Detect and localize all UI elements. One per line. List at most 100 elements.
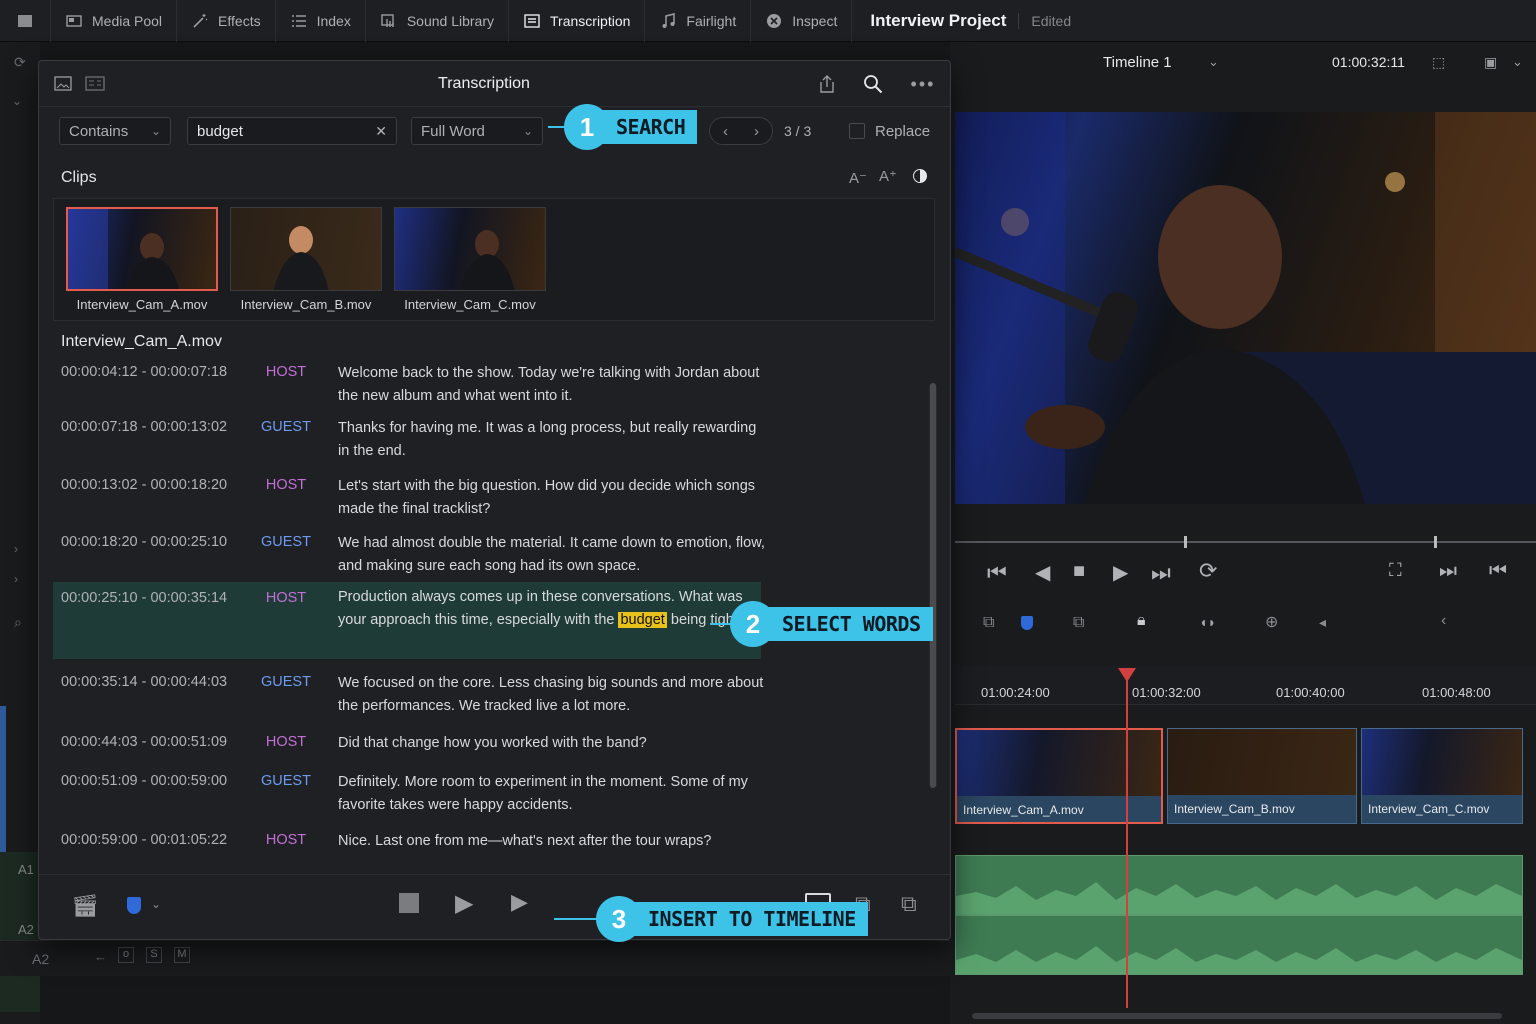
- transcript-row[interactable]: 00:00:35:14 - 00:00:44:03 GUEST We focus…: [53, 674, 763, 724]
- refresh-icon[interactable]: ⟳: [14, 54, 26, 71]
- index-list-icon: [291, 14, 306, 27]
- arrow-left-icon[interactable]: ←: [94, 949, 107, 964]
- clip-thumbnail-a[interactable]: [66, 207, 218, 291]
- clip-thumbnail-c[interactable]: [394, 207, 546, 291]
- row-text[interactable]: Production always comes up in these conv…: [338, 586, 768, 631]
- image-view-icon[interactable]: ▣: [1484, 54, 1497, 71]
- tab-transcription[interactable]: Transcription: [509, 0, 646, 42]
- audio-track-a2[interactable]: [955, 915, 1523, 975]
- audio-icon[interactable]: ◖◗: [1199, 614, 1216, 630]
- font-increase-icon[interactable]: A⁺: [879, 167, 897, 185]
- fullscreen-icon[interactable]: ⛶: [1389, 560, 1402, 581]
- row-text[interactable]: Definitely. More room to experiment in t…: [338, 771, 768, 816]
- skip-back-icon[interactable]: ⏮: [987, 560, 1007, 586]
- search-mode-dropdown[interactable]: Contains ⌄: [59, 117, 171, 145]
- speaker-icon[interactable]: ◂: [1319, 614, 1326, 631]
- playhead[interactable]: [1118, 668, 1136, 1008]
- row-text[interactable]: Welcome back to the show. Today we're ta…: [338, 362, 768, 407]
- row-text[interactable]: Thanks for having me. It was a long proc…: [338, 417, 768, 462]
- play-icon[interactable]: ▶: [455, 889, 473, 918]
- audio-track-a1[interactable]: [955, 855, 1523, 915]
- row-text[interactable]: We had almost double the material. It ca…: [338, 532, 768, 577]
- transcript-row[interactable]: 00:00:07:18 - 00:00:13:02 GUEST Thanks f…: [53, 419, 761, 469]
- search-icon[interactable]: [861, 73, 885, 95]
- timeline-clip-a[interactable]: Interview_Cam_A.mov: [955, 728, 1163, 824]
- tab-index[interactable]: Index: [276, 0, 366, 42]
- skip-forward-icon[interactable]: ⏭: [1151, 560, 1171, 586]
- transcript-row-selected[interactable]: 00:00:25:10 - 00:00:35:14 HOST Productio…: [53, 582, 761, 659]
- overwrite-icon[interactable]: ⧉: [901, 891, 917, 917]
- tab-sound-library[interactable]: Sound Library: [366, 0, 510, 42]
- flag-icon[interactable]: [127, 897, 141, 914]
- chevron-right-icon[interactable]: ›: [14, 572, 18, 586]
- transcript-row[interactable]: 00:00:04:12 - 00:00:07:18 HOST Welcome b…: [53, 364, 761, 414]
- match-type-dropdown[interactable]: Full Word ⌄: [411, 117, 543, 145]
- search-icon[interactable]: ⌕: [14, 614, 22, 631]
- contrast-icon[interactable]: [913, 169, 927, 183]
- row-text[interactable]: Nice. Last one from me—what's next after…: [338, 830, 768, 853]
- next-result-button[interactable]: ›: [754, 123, 759, 140]
- stop-icon[interactable]: ■: [1073, 560, 1085, 583]
- tab-media-pool[interactable]: Media Pool: [51, 0, 178, 42]
- timeline-name[interactable]: Timeline 1: [1103, 54, 1172, 71]
- search-input[interactable]: budget ✕: [187, 117, 397, 145]
- scrubber-handle[interactable]: [1184, 536, 1187, 548]
- chevron-down-icon[interactable]: ⌄: [1512, 54, 1523, 70]
- tab-fairlight[interactable]: Fairlight: [645, 0, 752, 42]
- scrollbar-thumb[interactable]: [930, 383, 936, 788]
- clip-thumbnail-b[interactable]: [230, 207, 382, 291]
- clear-icon[interactable]: ✕: [375, 123, 387, 140]
- viewer-scrubber[interactable]: [955, 536, 1536, 548]
- transcript-row[interactable]: 00:00:18:20 - 00:00:25:10 GUEST We had a…: [53, 534, 765, 584]
- sidebar-toggle-button[interactable]: [0, 0, 51, 42]
- replace-checkbox[interactable]: [849, 123, 865, 139]
- tab-inspect[interactable]: Inspect: [751, 0, 853, 42]
- prev-result-button[interactable]: ‹: [723, 123, 728, 140]
- clapper-icon[interactable]: 🎬︎: [71, 893, 99, 919]
- transcript-row[interactable]: 00:00:13:02 - 00:00:18:20 HOST Let's sta…: [53, 477, 761, 527]
- loop-icon[interactable]: ⟳: [1199, 558, 1217, 584]
- row-text[interactable]: Did that change how you worked with the …: [338, 732, 768, 755]
- timeline-scrollbar[interactable]: [972, 1013, 1502, 1019]
- mute-button[interactable]: M: [174, 947, 190, 963]
- tab-effects[interactable]: Effects: [177, 0, 276, 42]
- highlighted-word[interactable]: budget: [618, 611, 667, 628]
- clip-mode-icon[interactable]: ⧉: [983, 614, 994, 632]
- flag-icon[interactable]: [1021, 616, 1033, 630]
- more-options-icon[interactable]: •••: [911, 73, 935, 95]
- playhead-handle[interactable]: [1118, 668, 1136, 682]
- transcript-row[interactable]: 00:00:59:00 - 00:01:05:22 HOST Nice. Las…: [53, 832, 761, 860]
- record-icon[interactable]: o: [118, 947, 134, 963]
- timeline-clip-c[interactable]: Interview_Cam_C.mov: [1361, 728, 1523, 824]
- transcript-scrollbar[interactable]: [929, 383, 937, 788]
- go-to-end-icon[interactable]: ⏭: [1439, 560, 1457, 583]
- panel-header: Transcription •••: [39, 61, 950, 107]
- lock-icon[interactable]: 🔒︎: [1137, 612, 1146, 630]
- tab-label: Fairlight: [686, 12, 737, 29]
- transcript-row[interactable]: 00:00:51:09 - 00:00:59:00 GUEST Definite…: [53, 773, 761, 823]
- callout-select-words: 2 SELECT WORDS: [710, 601, 933, 647]
- timeline-clip-b[interactable]: Interview_Cam_B.mov: [1167, 728, 1357, 824]
- chevron-down-icon[interactable]: ⌄: [12, 94, 22, 108]
- stop-icon[interactable]: [399, 893, 419, 913]
- share-icon[interactable]: [815, 73, 839, 95]
- font-decrease-icon[interactable]: A⁻: [849, 169, 867, 187]
- play-selection-icon[interactable]: ▶: [511, 889, 528, 915]
- snap-icon[interactable]: ⊕: [1265, 612, 1278, 632]
- row-text[interactable]: We focused on the core. Less chasing big…: [338, 672, 768, 717]
- video-preview[interactable]: [955, 112, 1536, 504]
- overwrite-icon[interactable]: ⧉: [1073, 614, 1084, 632]
- transcript-row[interactable]: 00:00:44:03 - 00:00:51:09 HOST Did that …: [53, 734, 761, 762]
- play-icon[interactable]: ▶: [1113, 560, 1128, 585]
- timeline-ruler[interactable]: 01:00:24:00 01:00:32:00 01:00:40:00 01:0…: [955, 665, 1536, 705]
- step-back-icon[interactable]: ◀: [1035, 560, 1050, 585]
- row-text[interactable]: Let's start with the big question. How d…: [338, 475, 768, 520]
- safe-area-icon[interactable]: ⬚: [1432, 54, 1445, 71]
- chevron-down-icon[interactable]: ⌄: [151, 897, 161, 911]
- scrubber-marker[interactable]: [1434, 536, 1437, 548]
- chevron-down-icon[interactable]: ⌄: [1208, 54, 1219, 70]
- solo-button[interactable]: S: [146, 947, 162, 963]
- go-to-start-icon[interactable]: ⏮: [1489, 560, 1507, 583]
- chevron-right-icon[interactable]: ›: [14, 542, 18, 556]
- collapse-icon[interactable]: ‹: [1441, 612, 1446, 630]
